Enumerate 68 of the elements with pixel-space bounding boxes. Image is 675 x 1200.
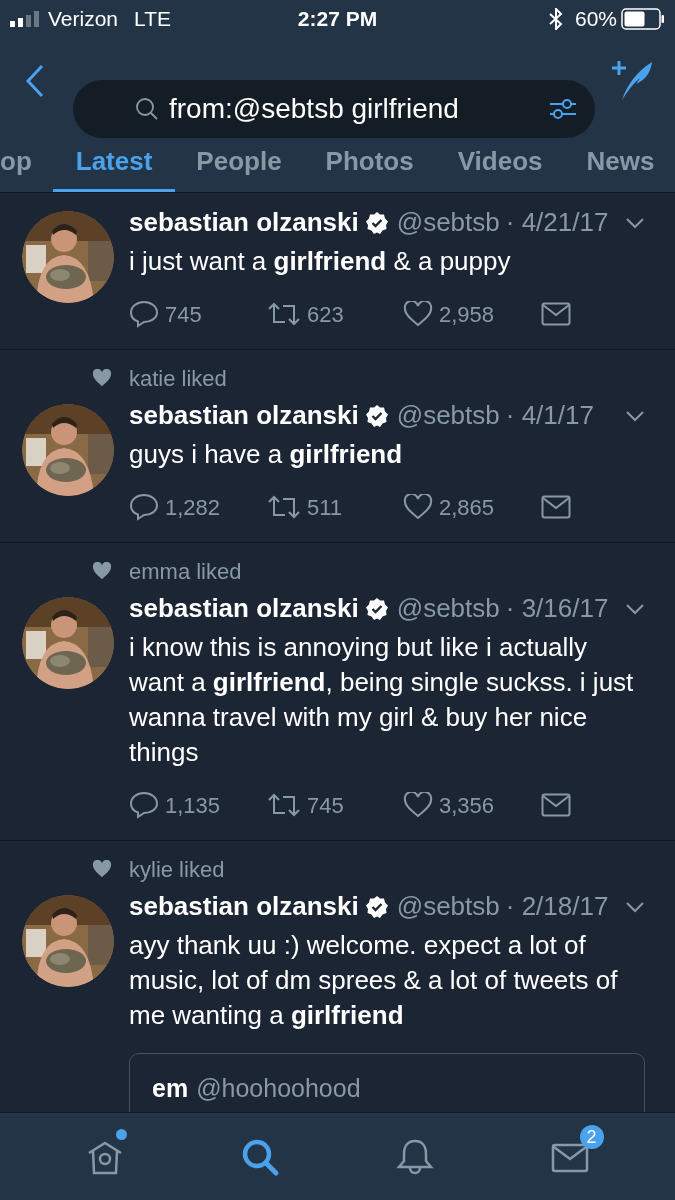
- reply-icon[interactable]: [129, 791, 159, 819]
- liked-by-text: katie liked: [129, 364, 227, 393]
- liked-by-text: kylie liked: [129, 855, 225, 884]
- carrier-text: Verizon: [48, 6, 119, 33]
- author-handle: @sebtsb: [396, 206, 500, 239]
- search-tab[interactable]: News: [586, 142, 655, 192]
- liked-by-text: emma liked: [129, 557, 242, 586]
- battery-icon: [621, 8, 665, 30]
- retweet-count: 745: [307, 791, 344, 820]
- bluetooth-icon: [548, 8, 563, 30]
- reply-count: 1,282: [165, 493, 221, 522]
- like-count: 2,865: [439, 493, 495, 522]
- author-handle: @sebtsb: [396, 592, 500, 625]
- search-query: from:@sebtsb girlfriend: [169, 92, 459, 126]
- like-count: 2,958: [439, 300, 495, 329]
- filter-icon[interactable]: [549, 97, 577, 121]
- retweet-icon[interactable]: [267, 495, 301, 519]
- network-text: LTE: [134, 6, 171, 33]
- chevron-down-icon[interactable]: [625, 409, 645, 422]
- chevron-down-icon[interactable]: [625, 602, 645, 615]
- reply-count: 1,135: [165, 791, 221, 820]
- heart-icon[interactable]: [403, 792, 433, 818]
- mail-icon[interactable]: [541, 302, 571, 326]
- back-icon[interactable]: [25, 64, 45, 98]
- quoted-author-name: em: [152, 1073, 189, 1104]
- mail-icon[interactable]: [541, 495, 571, 519]
- author-name[interactable]: sebastian olzanski: [129, 203, 359, 242]
- retweet-icon[interactable]: [267, 302, 301, 326]
- chevron-down-icon[interactable]: [625, 216, 645, 229]
- author-name[interactable]: sebastian olzanski: [129, 396, 359, 435]
- heart-icon: [92, 562, 112, 580]
- heart-icon: [92, 860, 112, 878]
- tweet-text: guys i have a girlfriend: [129, 438, 404, 471]
- retweet-icon[interactable]: [267, 793, 301, 817]
- tweet-date: · 4/21/17: [505, 206, 609, 239]
- signal-icon: [10, 11, 42, 27]
- heart-icon[interactable]: [403, 494, 433, 520]
- tweet-text: ayy thank uu :) welcome. expect a lot of music, lot of dm sprees & a lot of tweets of me wanting a girlfriend: [129, 929, 619, 1032]
- tweet-text: i just want a girlfriend & a puppy: [129, 245, 512, 278]
- battery-text: 60%: [574, 6, 617, 33]
- search-tab[interactable]: Videos: [457, 142, 543, 192]
- retweet-count: 511: [307, 493, 343, 522]
- search-tab[interactable]: People: [196, 142, 282, 192]
- search-tab[interactable]: Photos: [325, 142, 414, 192]
- reply-icon[interactable]: [129, 300, 159, 328]
- retweet-count: 623: [307, 300, 344, 329]
- reply-icon[interactable]: [129, 493, 159, 521]
- search-icon: [135, 97, 159, 121]
- tweet-date: · 3/16/17: [505, 592, 609, 625]
- author-handle: @sebtsb: [396, 890, 500, 923]
- like-count: 3,356: [439, 791, 495, 820]
- quoted-author-handle: @hoohoohood: [196, 1073, 361, 1104]
- heart-icon[interactable]: [403, 301, 433, 327]
- chevron-down-icon[interactable]: [625, 900, 645, 913]
- clock-text: 2:27 PM: [297, 6, 378, 33]
- search-tab[interactable]: Latest: [52, 142, 176, 192]
- search-field[interactable]: from:@sebtsb girlfriend: [73, 80, 595, 138]
- author-name[interactable]: sebastian olzanski: [129, 887, 359, 926]
- tweet-text: i know this is annoying but like i actually want a girlfriend, being single suckss. i just wanna travel with my girl & buy her nice things: [129, 631, 635, 769]
- mail-icon[interactable]: [541, 793, 571, 817]
- reply-count: 745: [165, 300, 202, 329]
- unread-badge: 2: [579, 1124, 604, 1149]
- tweet-date: · 4/1/17: [505, 399, 594, 432]
- heart-icon: [92, 369, 112, 387]
- author-name[interactable]: sebastian olzanski: [129, 589, 359, 628]
- tweet-date: · 2/18/17: [505, 890, 609, 923]
- search-tab[interactable]: op: [0, 142, 32, 192]
- author-handle: @sebtsb: [396, 399, 500, 432]
